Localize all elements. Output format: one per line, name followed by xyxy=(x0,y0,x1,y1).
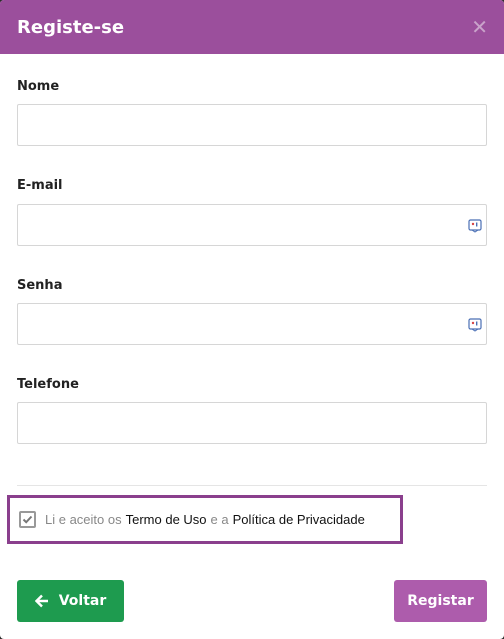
terms-checkbox[interactable] xyxy=(19,511,36,528)
password-field-group: Senha xyxy=(17,278,487,345)
name-field-group: Nome xyxy=(17,79,487,146)
back-button[interactable]: Voltar xyxy=(17,580,124,622)
keyboard-icon[interactable] xyxy=(468,318,482,332)
back-button-label: Voltar xyxy=(58,593,107,609)
email-input[interactable] xyxy=(17,204,487,246)
email-label: E-mail xyxy=(17,178,63,193)
register-modal: Registe-se ✕ Nome E-mail Senha Telefone … xyxy=(0,0,504,639)
phone-field-group: Telefone xyxy=(17,377,487,444)
password-input[interactable] xyxy=(17,303,487,345)
name-input[interactable] xyxy=(17,104,487,146)
close-icon[interactable]: ✕ xyxy=(471,17,488,37)
divider xyxy=(17,485,487,486)
password-label: Senha xyxy=(17,278,63,293)
privacy-policy-link[interactable]: Política de Privacidade xyxy=(233,512,365,527)
register-button-label: Registar xyxy=(407,593,474,609)
terms-consent-box: Li e aceito os Termo de Uso e a Política… xyxy=(7,495,403,544)
terms-text-1: Li e aceito os xyxy=(45,512,122,527)
register-button[interactable]: Registar xyxy=(394,580,487,622)
phone-input[interactable] xyxy=(17,402,487,444)
checkmark-icon xyxy=(22,515,33,524)
terms-text-2: e a xyxy=(210,512,229,527)
terms-of-use-link[interactable]: Termo de Uso xyxy=(126,512,207,527)
modal-title: Registe-se xyxy=(17,16,125,38)
phone-label: Telefone xyxy=(17,377,79,392)
modal-header: Registe-se ✕ xyxy=(0,0,504,54)
name-label: Nome xyxy=(17,79,60,94)
keyboard-icon[interactable] xyxy=(468,219,482,233)
email-field-group: E-mail xyxy=(17,178,487,246)
arrow-left-icon xyxy=(34,594,48,608)
